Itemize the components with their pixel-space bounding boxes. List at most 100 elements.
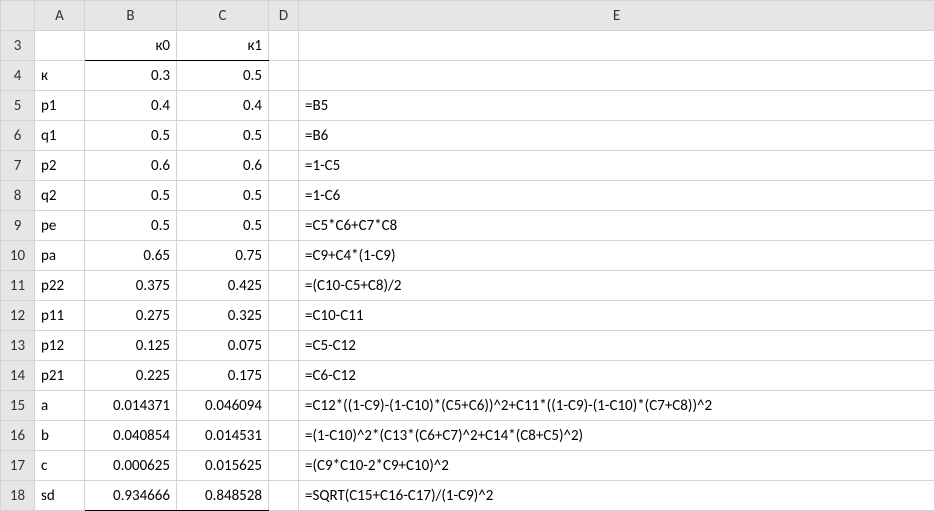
cell[interactable]: 0.040854 <box>85 421 177 451</box>
cell[interactable]: 0.375 <box>85 271 177 301</box>
cell[interactable]: 0.6 <box>177 151 269 181</box>
cell[interactable]: 0.015625 <box>177 451 269 481</box>
cell[interactable] <box>269 241 299 271</box>
row-header[interactable]: 9 <box>1 211 35 241</box>
spreadsheet-grid[interactable]: A B C D E 3 к0 к1 4 к 0.3 0.5 5 p1 0.4 <box>0 0 934 511</box>
cell[interactable]: sd <box>35 481 85 511</box>
row-header[interactable]: 11 <box>1 271 35 301</box>
cell[interactable]: 0.65 <box>85 241 177 271</box>
row-header[interactable]: 16 <box>1 421 35 451</box>
column-header-e[interactable]: E <box>299 1 934 31</box>
row-header[interactable]: 18 <box>1 481 35 511</box>
cell[interactable]: p21 <box>35 361 85 391</box>
row-header[interactable]: 7 <box>1 151 35 181</box>
row-header[interactable]: 6 <box>1 121 35 151</box>
cell[interactable]: 0.5 <box>177 181 269 211</box>
cell[interactable]: 0.325 <box>177 301 269 331</box>
column-header-b[interactable]: B <box>85 1 177 31</box>
cell[interactable] <box>269 481 299 511</box>
cell[interactable]: =C5-C12 <box>299 331 934 361</box>
cell[interactable] <box>269 301 299 331</box>
cell[interactable] <box>269 391 299 421</box>
cell[interactable] <box>269 451 299 481</box>
cell[interactable]: pa <box>35 241 85 271</box>
cell[interactable]: =1-C5 <box>299 151 934 181</box>
cell[interactable]: =B6 <box>299 121 934 151</box>
cell[interactable] <box>269 91 299 121</box>
cell[interactable]: =(1-C10)^2*(C13*(C6+C7)^2+C14*(C8+C5)^2) <box>299 421 934 451</box>
row-header[interactable]: 17 <box>1 451 35 481</box>
cell[interactable]: b <box>35 421 85 451</box>
row-header[interactable]: 4 <box>1 61 35 91</box>
cell[interactable]: 0.4 <box>85 91 177 121</box>
cell[interactable]: 0.275 <box>85 301 177 331</box>
cell[interactable]: 0.934666 <box>85 481 177 511</box>
column-header-a[interactable]: A <box>35 1 85 31</box>
row-header[interactable]: 14 <box>1 361 35 391</box>
cell[interactable]: =C5*C6+C7*C8 <box>299 211 934 241</box>
cell[interactable] <box>35 31 85 61</box>
cell[interactable]: 0.5 <box>177 61 269 91</box>
cell[interactable]: =C6-C12 <box>299 361 934 391</box>
cell[interactable]: q1 <box>35 121 85 151</box>
cell[interactable]: 0.75 <box>177 241 269 271</box>
cell[interactable] <box>299 31 934 61</box>
cell[interactable]: =C9+C4*(1-C9) <box>299 241 934 271</box>
cell[interactable]: 0.046094 <box>177 391 269 421</box>
column-header-c[interactable]: C <box>177 1 269 31</box>
cell[interactable] <box>269 181 299 211</box>
row-header[interactable]: 12 <box>1 301 35 331</box>
cell[interactable]: =1-C6 <box>299 181 934 211</box>
cell[interactable] <box>269 331 299 361</box>
cell[interactable]: p2 <box>35 151 85 181</box>
cell[interactable]: 0.225 <box>85 361 177 391</box>
cell[interactable]: 0.014531 <box>177 421 269 451</box>
cell[interactable]: p1 <box>35 91 85 121</box>
row-header[interactable]: 8 <box>1 181 35 211</box>
cell[interactable]: 0.5 <box>85 121 177 151</box>
row-header[interactable]: 15 <box>1 391 35 421</box>
cell[interactable]: c <box>35 451 85 481</box>
select-all-corner[interactable] <box>1 1 35 31</box>
cell[interactable]: =B5 <box>299 91 934 121</box>
cell[interactable]: =(C9*C10-2*C9+C10)^2 <box>299 451 934 481</box>
cell[interactable]: 0.125 <box>85 331 177 361</box>
cell[interactable]: 0.5 <box>85 181 177 211</box>
cell[interactable]: 0.6 <box>85 151 177 181</box>
cell[interactable]: к1 <box>177 31 269 61</box>
column-header-d[interactable]: D <box>269 1 299 31</box>
cell[interactable] <box>269 121 299 151</box>
cell[interactable] <box>269 211 299 241</box>
cell[interactable]: p11 <box>35 301 85 331</box>
cell[interactable]: 0.014371 <box>85 391 177 421</box>
cell[interactable]: 0.4 <box>177 91 269 121</box>
cell[interactable]: 0.075 <box>177 331 269 361</box>
cell[interactable] <box>269 421 299 451</box>
cell[interactable]: 0.000625 <box>85 451 177 481</box>
cell[interactable]: 0.3 <box>85 61 177 91</box>
cell[interactable]: 0.175 <box>177 361 269 391</box>
cell[interactable]: 0.848528 <box>177 481 269 511</box>
cell[interactable]: 0.425 <box>177 271 269 301</box>
row-header[interactable]: 3 <box>1 31 35 61</box>
row-header[interactable]: 10 <box>1 241 35 271</box>
cell[interactable]: =C12*((1-C9)-(1-C10)*(C5+C6))^2+C11*((1-… <box>299 391 934 421</box>
cell[interactable] <box>299 61 934 91</box>
cell[interactable] <box>269 271 299 301</box>
cell[interactable]: =(C10-C5+C8)/2 <box>299 271 934 301</box>
cell[interactable]: pe <box>35 211 85 241</box>
cell[interactable]: 0.5 <box>177 211 269 241</box>
cell[interactable] <box>269 361 299 391</box>
cell[interactable]: к0 <box>85 31 177 61</box>
cell[interactable]: p12 <box>35 331 85 361</box>
cell[interactable]: p22 <box>35 271 85 301</box>
cell[interactable]: =C10-C11 <box>299 301 934 331</box>
cell[interactable] <box>269 61 299 91</box>
cell[interactable] <box>269 31 299 61</box>
cell[interactable]: 0.5 <box>177 121 269 151</box>
row-header[interactable]: 13 <box>1 331 35 361</box>
cell[interactable]: =SQRT(C15+C16-C17)/(1-C9)^2 <box>299 481 934 511</box>
cell[interactable] <box>269 151 299 181</box>
row-header[interactable]: 5 <box>1 91 35 121</box>
cell[interactable]: к <box>35 61 85 91</box>
